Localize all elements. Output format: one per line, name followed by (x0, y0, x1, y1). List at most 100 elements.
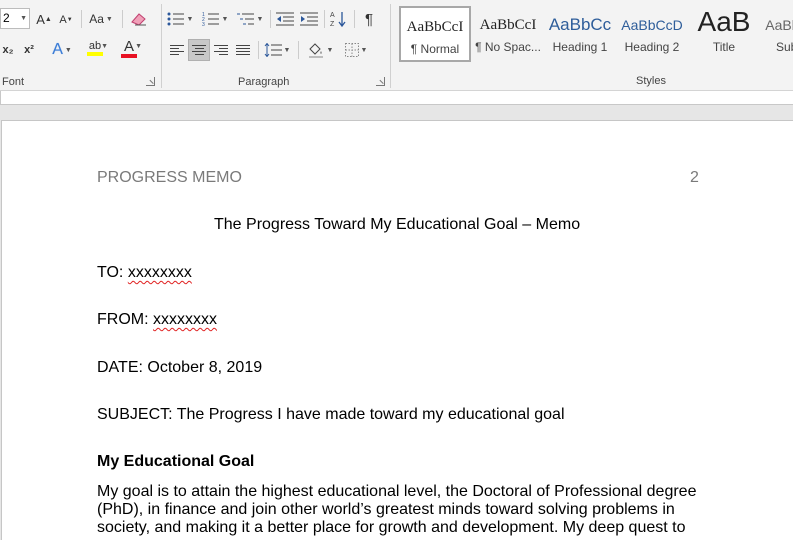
style-name: Heading 2 (624, 40, 680, 54)
justify-button[interactable] (232, 39, 254, 61)
decrease-indent-button[interactable] (274, 8, 296, 30)
divider (354, 10, 355, 28)
svg-text:A: A (330, 12, 335, 19)
group-separator (390, 4, 391, 88)
numbering-button[interactable]: 1 2 3 ▼ (200, 8, 230, 30)
align-right-icon (214, 45, 228, 55)
shrink-font-button[interactable]: A ▼ (58, 9, 74, 31)
style-subtitle[interactable]: AaBbCcD Subtitle (760, 6, 793, 62)
change-case-button[interactable]: Aa ▼ (86, 8, 116, 30)
align-center-icon (192, 45, 206, 55)
style-sample: AaB (697, 6, 751, 37)
shading-button[interactable]: ▼ (304, 39, 336, 61)
divider (324, 10, 325, 28)
pilcrow-icon: ¶ (364, 10, 374, 28)
numbering-icon: 1 2 3 (202, 12, 219, 26)
ribbon: 2 ▼ A ▲ A ▼ Aa ▼ x₂ x² A ▼ ab ▼ A ▼ Font… (0, 0, 793, 91)
paragraph-dialog-launcher-icon[interactable] (376, 77, 385, 86)
style-name: Heading 1 (552, 40, 608, 54)
date-line: DATE: October 8, 2019 (97, 359, 263, 376)
to-label: TO: (97, 264, 128, 281)
paragraph-group-label: Paragraph (238, 76, 290, 88)
borders-icon (344, 43, 359, 57)
style-sample: AaBbCc (548, 15, 612, 34)
divider (122, 10, 123, 28)
decrease-indent-icon (276, 12, 294, 26)
to-line: TO: xxxxxxxx (97, 264, 192, 282)
style-no-spacing[interactable]: AaBbCcI ¶ No Spac... (472, 6, 544, 62)
document-page[interactable]: PROGRESS MEMO 2 The Progress Toward My E… (1, 120, 793, 540)
increase-indent-button[interactable] (298, 8, 320, 30)
highlight-label: ab (88, 40, 102, 52)
superscript-label: x² (24, 44, 34, 56)
show-hide-marks-button[interactable]: ¶ (358, 8, 380, 30)
font-color-bar (121, 53, 137, 58)
divider (258, 41, 259, 59)
align-left-button[interactable] (166, 39, 188, 61)
style-sample: AaBbCcI (406, 19, 464, 35)
from-label: FROM: (97, 311, 153, 328)
bullets-icon (167, 12, 184, 26)
eraser-icon (131, 13, 146, 26)
font-size-box[interactable]: 2 ▼ (0, 8, 30, 29)
style-heading-1[interactable]: AaBbCc Heading 1 (544, 6, 616, 62)
align-left-icon (170, 45, 184, 55)
style-heading-2[interactable]: AaBbCcD Heading 2 (616, 6, 688, 62)
grow-font-button[interactable]: A ▲ (36, 8, 52, 30)
style-name: ¶ Normal (410, 42, 460, 56)
text-effects-button[interactable]: A ▼ (48, 39, 76, 61)
paragraph-group: ▼ 1 2 3 ▼ ▼ A Z ¶ ▼ ▼ ▼ Paragraph (162, 0, 388, 91)
grow-font-label: A (36, 11, 45, 27)
to-value: xxxxxxxx (127, 264, 192, 281)
multilevel-list-icon (236, 13, 254, 25)
increase-indent-icon (300, 12, 318, 26)
divider (81, 10, 82, 28)
style-normal[interactable]: AaBbCcI ¶ Normal (399, 6, 471, 62)
font-color-label: A (123, 37, 134, 55)
body-paragraph: My goal is to attain the highest educati… (97, 483, 697, 536)
subscript-button[interactable]: x₂ (0, 39, 16, 61)
multilevel-list-button[interactable]: ▼ (234, 8, 266, 30)
word-window: 2 ▼ A ▲ A ▼ Aa ▼ x₂ x² A ▼ ab ▼ A ▼ Font… (0, 0, 793, 540)
highlight-color-bar (87, 52, 103, 56)
divider (298, 41, 299, 59)
from-line: FROM: xxxxxxxx (97, 311, 217, 329)
clear-formatting-button[interactable] (128, 8, 150, 30)
style-name: ¶ No Spac... (475, 40, 541, 54)
borders-button[interactable]: ▼ (340, 39, 372, 61)
styles-group-label: Styles (636, 75, 666, 87)
from-value: xxxxxxxx (153, 311, 217, 328)
style-sample: AaBbCcD (765, 17, 793, 33)
sort-button[interactable]: A Z (328, 8, 350, 30)
font-group: 2 ▼ A ▲ A ▼ Aa ▼ x₂ x² A ▼ ab ▼ A ▼ Font (0, 0, 160, 91)
svg-text:3: 3 (202, 22, 205, 26)
text-effects-label: A (52, 41, 63, 58)
ruler (0, 91, 793, 105)
section-heading: My Educational Goal (97, 453, 255, 470)
align-right-button[interactable] (210, 39, 232, 61)
style-sample: AaBbCcI (479, 17, 537, 33)
bullets-button[interactable]: ▼ (166, 8, 194, 30)
page-number: 2 (690, 169, 699, 186)
memo-title: The Progress Toward My Educational Goal … (214, 216, 581, 233)
styles-gallery: AaBbCcI ¶ Normal AaBbCcI ¶ No Spac... Aa… (398, 4, 793, 64)
style-sample: AaBbCcD (621, 17, 683, 33)
change-case-label: Aa (89, 12, 104, 26)
justify-icon (236, 45, 250, 55)
line-spacing-button[interactable]: ▼ (262, 39, 292, 61)
shrink-font-label: A (59, 14, 67, 26)
font-group-label: Font (2, 76, 25, 88)
font-color-button[interactable]: A ▼ (114, 37, 144, 59)
svg-text:Z: Z (330, 21, 335, 28)
align-center-button[interactable] (188, 39, 210, 61)
line-spacing-icon (264, 43, 282, 57)
style-name: Subtitle (775, 40, 793, 54)
font-dialog-launcher-icon[interactable] (146, 77, 155, 86)
style-title[interactable]: AaB Title (688, 6, 760, 62)
font-size-value: 2 (3, 11, 10, 25)
superscript-button[interactable]: x² (20, 39, 38, 61)
chevron-down-icon: ▼ (20, 15, 27, 22)
highlight-button[interactable]: ab ▼ (80, 37, 110, 59)
subscript-label: x₂ (2, 44, 14, 56)
running-header: PROGRESS MEMO (97, 169, 242, 186)
